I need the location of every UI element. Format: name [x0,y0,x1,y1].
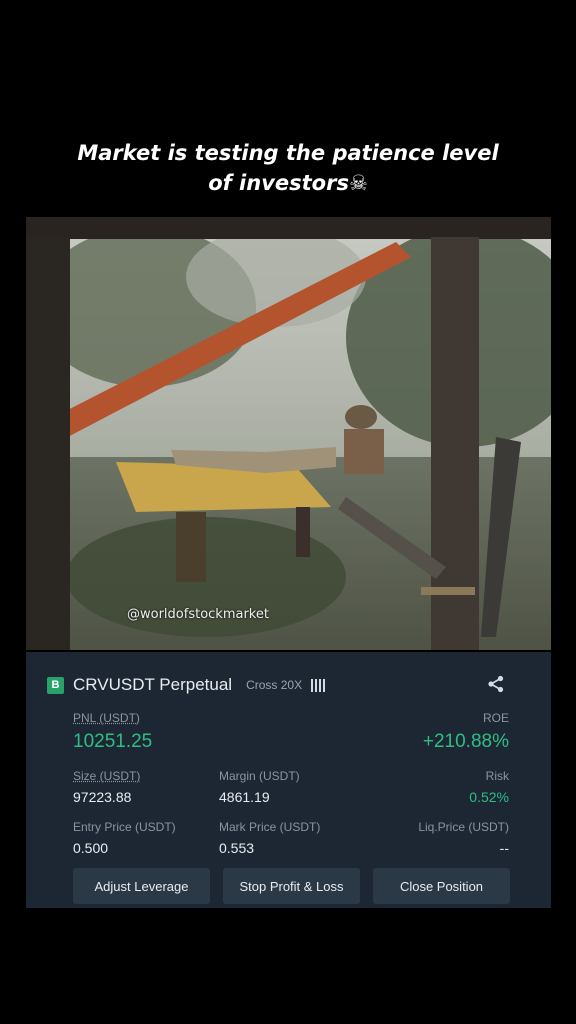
margin-mode[interactable]: Cross 20X [246,678,302,692]
margin-value: 4861.19 [219,789,270,805]
pair-name: CRVUSDT Perpetual [73,675,233,694]
pnl-value: 10251.25 [73,731,153,752]
mark-price-value: 0.553 [219,840,255,856]
watermark: @worldofstockmarket [127,607,269,622]
entry-price-value: 0.500 [73,840,109,856]
skull-icon: ☠ [348,171,368,195]
leverage-bars-icon [311,678,326,692]
position-header[interactable]: B CRVUSDT Perpetual Cross 20X [47,675,326,695]
close-position-button[interactable]: Close Position [373,868,510,904]
caption: Market is testing the patience level of … [0,138,576,198]
mark-price-label: Mark Price (USDT) [219,820,321,834]
risk-label: Risk [485,769,509,783]
stop-profit-loss-button[interactable]: Stop Profit & Loss [223,868,360,904]
caption-line-2-text: of investors [208,171,349,195]
buy-badge: B [47,676,64,694]
adjust-leverage-button[interactable]: Adjust Leverage [73,868,210,904]
roe-label: ROE [482,711,509,725]
risk-value: 0.52% [469,789,509,805]
roe-value: +210.88% [422,731,509,752]
pnl-label: PNL (USDT) [73,711,140,725]
meme-photo-illustration [26,217,551,650]
caption-line-2: of investors☠ [0,168,576,198]
size-label: Size (USDT) [73,769,141,783]
liq-price-label: Liq.Price (USDT) [418,820,509,834]
share-icon[interactable] [487,675,505,693]
caption-line-1: Market is testing the patience level [77,141,499,165]
entry-price-label: Entry Price (USDT) [73,820,176,834]
liq-price-value: -- [499,840,509,856]
size-value: 97223.88 [73,789,132,805]
meme-photo: @worldofstockmarket [26,217,551,650]
margin-label: Margin (USDT) [219,769,300,783]
